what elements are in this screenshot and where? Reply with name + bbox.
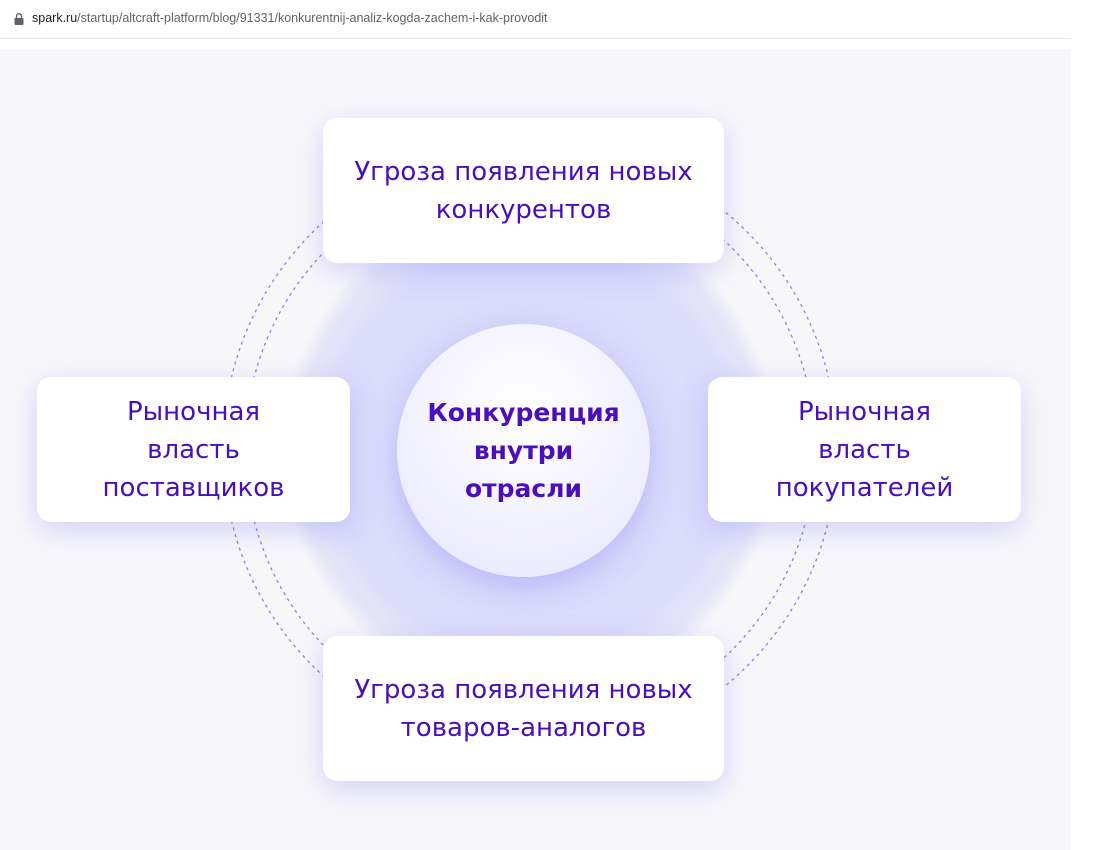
page-scroll-area[interactable] <box>1071 38 1108 850</box>
url-host: spark.ru <box>32 11 78 25</box>
address-bar[interactable]: spark.ru/startup/altcraft-platform/blog/… <box>0 0 1108 39</box>
card-new-competitors: Угроза появления новых конкурентов <box>323 118 724 263</box>
card-buyers: Рыночная власть покупателей <box>708 377 1021 522</box>
card-substitutes: Угроза появления новых товаров-аналогов <box>323 636 724 781</box>
card-buyers-label: Рыночная власть покупателей <box>775 396 954 503</box>
url-path: /startup/altcraft-platform/blog/91331/ko… <box>77 11 548 25</box>
card-suppliers: Рыночная власть поставщиков <box>37 377 350 522</box>
url-text[interactable]: spark.ru/startup/altcraft-platform/blog/… <box>32 11 548 25</box>
card-new-competitors-label: Угроза появления новых конкурентов <box>354 156 693 225</box>
diagram-canvas: Угроза появления новых конкурентов Рыноч… <box>0 49 1071 850</box>
card-substitutes-label: Угроза появления новых товаров-аналогов <box>354 674 693 743</box>
center-circle: Конкуренция внутри отрасли <box>397 324 650 577</box>
card-suppliers-label: Рыночная власть поставщиков <box>102 396 285 503</box>
lock-icon <box>14 13 24 25</box>
center-label: Конкуренция внутри отрасли <box>427 397 620 503</box>
